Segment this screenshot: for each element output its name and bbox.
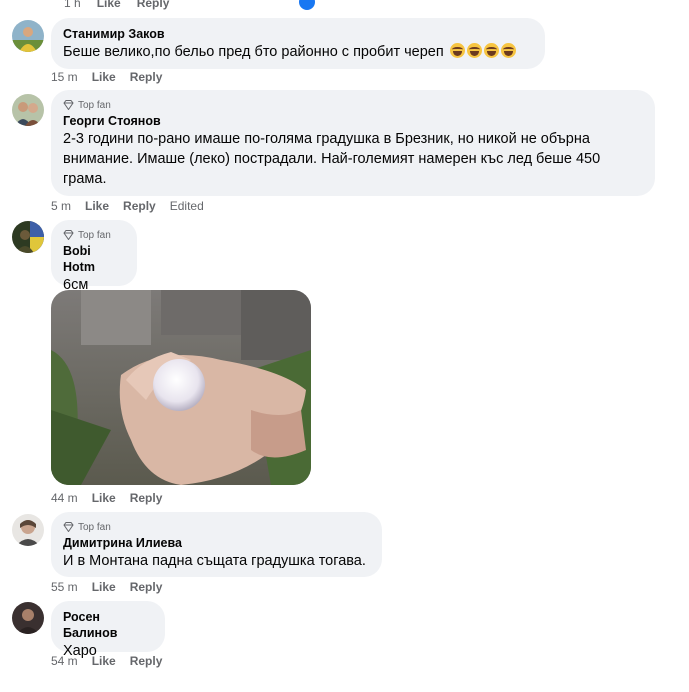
comment-bubble: Top fan Георги Стоянов 2-3 години по-ран…: [51, 90, 655, 196]
comment-text: Беше велико,по бельо пред бто районно с …: [63, 42, 533, 62]
author-name[interactable]: Георги Стоянов: [63, 113, 643, 129]
comment-actions: 5 m Like Reply Edited: [51, 199, 204, 213]
author-name[interactable]: Росен Балинов: [63, 609, 153, 641]
comment-time[interactable]: 1 h: [64, 0, 81, 10]
reply-button[interactable]: Reply: [130, 70, 163, 84]
comment-bubble: Росен Балинов Харо: [51, 601, 165, 659]
comment-actions: 15 m Like Reply: [51, 70, 162, 84]
avatar[interactable]: [12, 602, 44, 634]
comment-text-line: 2-3 години по-рано имаше по-голяма граду…: [63, 131, 590, 147]
like-button[interactable]: Like: [92, 654, 116, 668]
comment-text-line: грама.: [63, 171, 107, 187]
like-button[interactable]: Like: [92, 580, 116, 594]
rolling-laughing-emoji-icon: [466, 43, 482, 58]
like-button[interactable]: Like: [92, 491, 116, 505]
top-fan-badge: Top fan: [63, 520, 370, 534]
avatar[interactable]: [12, 94, 44, 126]
diamond-icon: [63, 522, 74, 532]
reply-button[interactable]: Reply: [130, 654, 163, 668]
comment-time[interactable]: 5 m: [51, 199, 71, 213]
rolling-laughing-emoji-icon: [483, 43, 499, 58]
diamond-icon: [63, 100, 74, 110]
hailstone-in-hand-photo[interactable]: [51, 290, 311, 485]
author-name[interactable]: Станимир Заков: [63, 26, 533, 42]
author-name[interactable]: Димитрина Илиева: [63, 535, 370, 551]
comment-bubble: Top fan Bobi Hotm 6см: [51, 220, 137, 293]
comment-bubble: Top fan Димитрина Илиева И в Монтана пад…: [51, 512, 382, 577]
comment-actions: 54 m Like Reply: [51, 654, 162, 668]
like-button[interactable]: Like: [92, 70, 116, 84]
reply-button[interactable]: Reply: [130, 491, 163, 505]
comment-actions: 44 m Like Reply: [51, 491, 162, 505]
comment-text-body: Беше велико,по бельо пред бто районно с …: [63, 44, 444, 60]
comment-text-line: внимание. Имаше (леко) пострадали. Най-г…: [63, 151, 601, 167]
like-button[interactable]: Like: [85, 199, 109, 213]
rolling-laughing-emoji-icon: [449, 43, 465, 58]
comment-time[interactable]: 15 m: [51, 70, 78, 84]
author-name[interactable]: Bobi Hotm: [63, 243, 125, 275]
comment-bubble: Станимир Заков Беше велико,по бельо пред…: [51, 18, 545, 69]
reply-button[interactable]: Reply: [123, 199, 156, 213]
comment-time[interactable]: 54 m: [51, 654, 78, 668]
reply-button[interactable]: Reply: [130, 580, 163, 594]
edited-label[interactable]: Edited: [170, 199, 204, 213]
avatar[interactable]: [12, 20, 44, 52]
like-button[interactable]: Like: [97, 0, 121, 10]
previous-comment-actions: 1 h Like Reply: [64, 0, 169, 10]
comment-time[interactable]: 44 m: [51, 491, 78, 505]
top-fan-label: Top fan: [78, 521, 111, 533]
top-fan-label: Top fan: [78, 229, 111, 241]
comment-time[interactable]: 55 m: [51, 580, 78, 594]
avatar[interactable]: [12, 221, 44, 253]
comment-text: И в Монтана падна същата градушка тогава…: [63, 553, 366, 569]
avatar[interactable]: [12, 514, 44, 546]
diamond-icon: [63, 230, 74, 240]
comment-actions: 55 m Like Reply: [51, 580, 162, 594]
reply-button[interactable]: Reply: [137, 0, 170, 10]
top-fan-badge: Top fan: [63, 98, 643, 112]
rolling-laughing-emoji-icon: [500, 43, 516, 58]
top-fan-label: Top fan: [78, 99, 111, 111]
top-fan-badge: Top fan: [63, 228, 125, 242]
reaction-icon[interactable]: [297, 0, 317, 12]
